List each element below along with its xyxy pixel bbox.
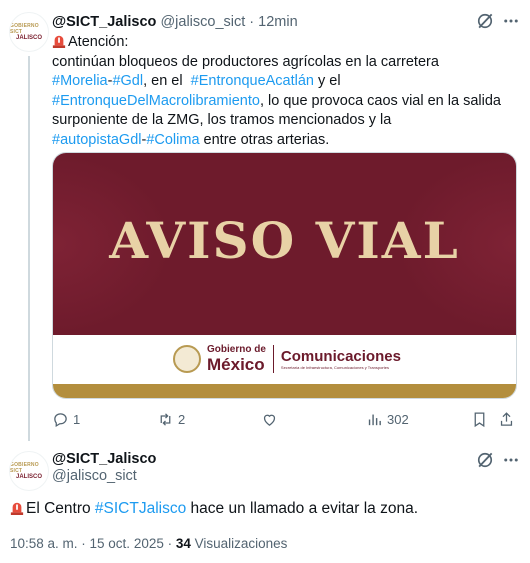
author-handle[interactable]: @jalisco_sict	[160, 14, 245, 30]
avatar-text-bottom: JALISCO	[15, 34, 42, 41]
post-timestamp[interactable]: 10:58 a. m. · 15 oct. 2025 ·	[10, 536, 176, 551]
dept-name: Comunicaciones	[280, 348, 401, 365]
repost-count: 2	[178, 411, 186, 427]
avatar-text-bottom: JALISCO	[15, 473, 42, 480]
grok-icon[interactable]	[475, 450, 495, 470]
reply-icon	[54, 412, 67, 427]
avatar-text-top: GOBIERNO SICT	[10, 22, 39, 35]
view-count: 34	[175, 536, 191, 551]
siren-icon	[10, 502, 24, 515]
views-count: 302	[387, 411, 409, 427]
more-icon[interactable]	[502, 451, 520, 469]
thread-connector	[28, 56, 30, 441]
siren-icon	[52, 35, 66, 48]
body-line-2: continúan bloqueos de productores agríco…	[52, 53, 439, 70]
views-button[interactable]: 302	[366, 409, 409, 429]
share-icon	[500, 411, 513, 426]
like-icon	[263, 414, 276, 426]
author-name-block: @SICT_Jalisco	[52, 450, 156, 468]
repost-button[interactable]: 2	[157, 409, 185, 429]
hashtag-entronque-macrolibramiento[interactable]: #EntronqueDelMacrolibramiento	[52, 93, 260, 109]
post-time[interactable]: 12min	[258, 14, 298, 30]
action-bar: 1 2 302	[52, 409, 522, 429]
views-label: Visualizaciones	[190, 536, 288, 551]
hashtag-morelia[interactable]: #Morelia	[52, 73, 108, 89]
attention-label: Atención:	[68, 34, 129, 50]
author-name[interactable]: @SICT_Jalisco	[52, 451, 156, 467]
avatar-text-top: GOBIERNO SICT	[10, 461, 39, 474]
hashtag-sict-jalisco[interactable]: #SICTJalisco	[95, 500, 186, 517]
text-end: entre otras arterias.	[199, 131, 330, 148]
share-button[interactable]	[498, 409, 519, 429]
avatar[interactable]: GOBIERNO SICT JALISCO	[9, 451, 49, 491]
grok-icon[interactable]	[475, 11, 495, 31]
tweet-header: @SICT_Jalisco @jalisco_sict · 12min	[52, 12, 298, 32]
text-y-el: y el	[314, 73, 341, 89]
tweet-text: Atención: continúan bloqueos de producto…	[52, 33, 522, 150]
bookmark-button[interactable]	[471, 409, 492, 429]
hashtag-gdl[interactable]: #Gdl	[112, 73, 143, 89]
body-line-5: surponiente de la ZMG, los tramos mencio…	[52, 112, 392, 128]
reply-button[interactable]: 1	[52, 409, 80, 429]
views-icon	[368, 414, 381, 425]
tweet-text: El Centro #SICTJalisco hace un llamado a…	[10, 499, 418, 519]
dept-subtitle: Secretaría de Infraestructura, Comunicac…	[280, 365, 389, 370]
author-handle[interactable]: @jalisco_sict	[52, 468, 137, 484]
media-banner: AVISO VIAL	[53, 153, 516, 335]
gov-logo: Gobierno de México Comunicaciones Secret…	[173, 343, 401, 375]
text-en-el: , en el	[143, 73, 187, 89]
hashtag-autopista-gdl[interactable]: #autopistaGdl	[52, 132, 141, 148]
media-gold-band	[53, 384, 516, 398]
more-icon[interactable]	[502, 12, 520, 30]
hashtag-entronque-acatlan[interactable]: #EntronqueAcatlán	[191, 73, 314, 89]
hashtag-colima[interactable]: #Colima	[146, 132, 199, 148]
body-pre: El Centro	[26, 500, 95, 517]
media-image[interactable]: AVISO VIAL Gobierno de México Comunicaci…	[52, 152, 517, 399]
body-post: hace un llamado a evitar la zona.	[186, 500, 419, 517]
avatar[interactable]: GOBIERNO SICT JALISCO	[9, 12, 49, 52]
repost-icon	[160, 412, 171, 426]
logo-divider	[272, 345, 274, 373]
tweet-parent[interactable]: GOBIERNO SICT JALISCO @SICT_Jalisco @jal…	[0, 0, 530, 441]
reply-count: 1	[73, 411, 81, 427]
author-name[interactable]: @SICT_Jalisco	[52, 14, 156, 30]
coat-of-arms-icon	[173, 345, 201, 373]
media-headline: AVISO VIAL	[109, 211, 460, 270]
text-caos-vial: , lo que provoca caos vial en la salida	[259, 92, 501, 109]
tweet-focused: GOBIERNO SICT JALISCO @SICT_Jalisco @jal…	[0, 440, 530, 563]
media-footer: Gobierno de México Comunicaciones Secret…	[53, 335, 516, 384]
like-button[interactable]	[261, 409, 282, 429]
gov-label-big: México	[207, 355, 265, 374]
bookmark-icon	[474, 411, 485, 427]
post-meta: 10:58 a. m. · 15 oct. 2025 · 34 Visualiz…	[10, 536, 287, 551]
